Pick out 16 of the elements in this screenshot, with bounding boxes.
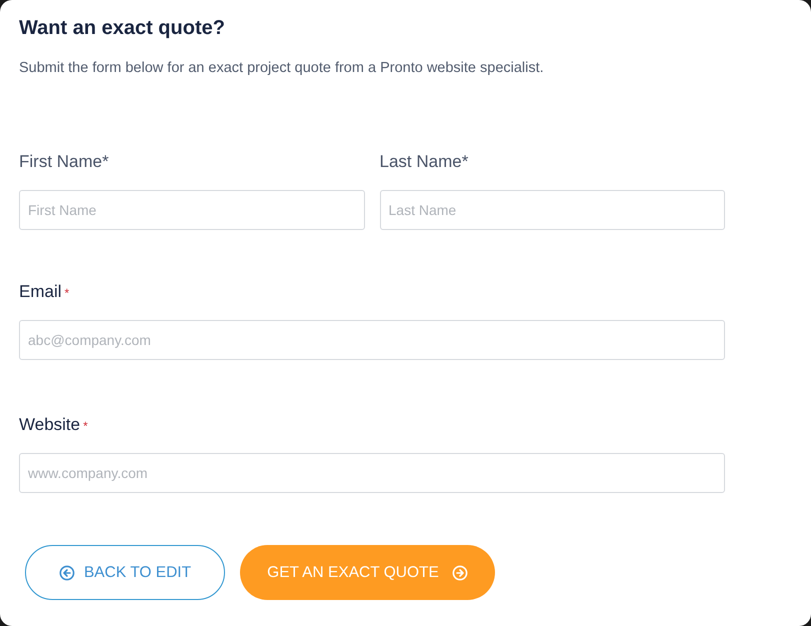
- field-label: Email: [19, 282, 62, 302]
- required-mark: *: [83, 419, 88, 433]
- submit-button[interactable]: GET AN EXACT QUOTE: [240, 545, 495, 600]
- intro-text: Submit the form below for an exact project quote from a Pronto website specialist.: [19, 59, 545, 78]
- field-label: Website: [19, 415, 80, 435]
- field-label: First Name*: [19, 152, 109, 172]
- field-label: Last Name*: [380, 152, 468, 172]
- required-mark: *: [64, 286, 70, 300]
- input-field[interactable]: abc@company.com: [19, 320, 725, 360]
- arrow-left-circle-icon: [58, 564, 75, 580]
- back-button[interactable]: BACK TO EDIT: [25, 545, 225, 600]
- form-heading: Want an exact quote?: [19, 16, 226, 41]
- input-field[interactable]: Last Name: [380, 190, 725, 230]
- input-field[interactable]: www.company.com: [19, 453, 725, 493]
- input-field[interactable]: First Name: [19, 190, 364, 230]
- arrow-right-circle-icon: [452, 564, 468, 580]
